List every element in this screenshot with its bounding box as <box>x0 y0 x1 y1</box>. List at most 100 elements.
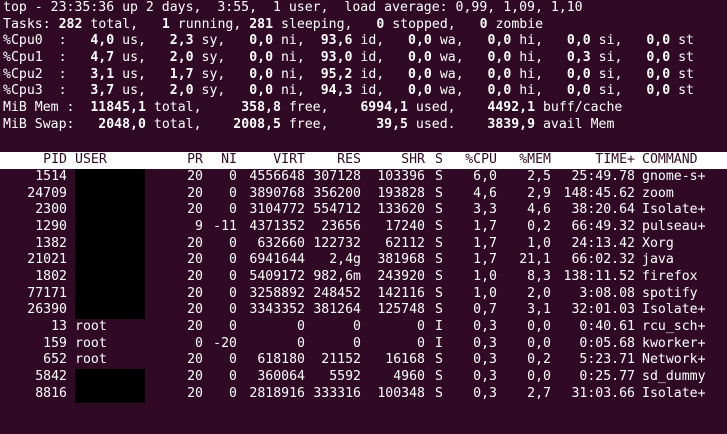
swap-avail-label: avail Mem <box>542 116 615 132</box>
cell-ni: 0 <box>229 285 237 301</box>
cell-command: pulseau+ <box>642 218 706 234</box>
redacted-user-block <box>75 385 145 403</box>
cell-s: S <box>435 218 443 234</box>
swap-line: MiB Swap: 2048,0 total, 2008,5 free, 39,… <box>3 116 615 132</box>
cpu-line: %Cpu3 : 3,7 us, 2,0 sy, 0,0 ni, 94,3 id,… <box>3 83 694 99</box>
cpu-hi-value: 0,0 <box>487 83 512 99</box>
cell-s: S <box>435 352 443 368</box>
table-row[interactable]: 24709 20 0 3890768 356200 193828 S 4,6 2,9 148:45… <box>0 185 727 203</box>
cell-pr: 0 <box>195 335 203 351</box>
cell-pid: 26390 <box>27 302 67 318</box>
cell-cpu: 4,6 <box>473 185 497 201</box>
mem-used: 6994,1 <box>360 100 408 116</box>
cell-mem: 2,0 <box>527 285 551 301</box>
cell-pr: 20 <box>187 285 203 301</box>
process-table-header: PID USER PR NI VIRT RES SHR S %CPU %MEM TIME+ COMMA… <box>0 152 727 169</box>
cell-command: Network+ <box>642 352 706 368</box>
cell-s: S <box>435 202 443 218</box>
swap-avail: 3839,9 <box>487 116 536 132</box>
cell-command: Isolate+ <box>642 385 706 401</box>
cell-pid: 24709 <box>27 185 67 201</box>
redacted-user-block <box>75 218 145 236</box>
cell-s: I <box>435 335 443 351</box>
cell-ni: 0 <box>229 235 237 251</box>
cpu-us-value: 4,0 <box>90 33 115 49</box>
cell-command: gnome-s+ <box>642 168 706 184</box>
cell-shr: 193828 <box>377 185 425 201</box>
cell-command: firefox <box>642 269 698 284</box>
cell-res: 554712 <box>313 202 361 218</box>
cell-res: 23656 <box>321 218 361 234</box>
table-row[interactable]: 77171 20 0 3258892 248452 142116 S 1,0 2,0 3:08.0… <box>0 285 727 303</box>
cell-ni: 0 <box>229 352 237 368</box>
cpu-label: %Cpu3 : <box>3 83 67 99</box>
cell-time: 0:05.68 <box>579 335 635 351</box>
cell-pid: 5842 <box>35 369 67 385</box>
tasks-label: Tasks: <box>3 16 51 32</box>
cell-virt: 3104772 <box>249 202 305 218</box>
table-row[interactable]: 21021 20 0 6941644 2,4g 381968 S 1,7 21,1 66:02.3… <box>0 252 727 269</box>
cell-command: zoom <box>642 185 674 201</box>
cell-pid: 13 <box>51 319 67 335</box>
cell-s: S <box>435 369 443 385</box>
cell-time: 38:20.64 <box>571 202 635 218</box>
cell-ni: 0 <box>229 168 237 184</box>
table-row[interactable]: 2300 20 0 3104772 554712 133620 S 3,3 4,6 38:20.6… <box>0 202 727 219</box>
uptime-line: top - 23:35:36 up 2 days, 3:55, 1 user, … <box>3 0 583 15</box>
redacted-user-block <box>75 235 145 253</box>
cell-user <box>67 285 161 303</box>
cell-res: 0 <box>353 319 361 335</box>
table-row[interactable]: 1290 9 -11 4371352 23656 17240 S 1,7 0,2 66:49.32… <box>0 218 727 236</box>
cell-shr: 62112 <box>385 235 425 251</box>
table-row[interactable]: 1382 20 0 632660 122732 62112 S 1,7 1,0 24:13.42 X… <box>0 235 727 253</box>
cell-virt: 3890768 <box>249 185 305 201</box>
cell-mem: 0,0 <box>527 319 551 335</box>
cell-mem: 0,2 <box>527 218 551 234</box>
cell-user: root <box>75 352 107 368</box>
cell-user <box>67 202 161 219</box>
tasks-line: Tasks: 282 total, 1 running, 281 sleepin… <box>0 17 727 34</box>
table-row[interactable]: 1802 20 0 5409172 982,6m 243920 S 1,0 8,3 138:11.… <box>0 269 727 286</box>
table-row[interactable]: 1514 20 0 4556648 307128 103396 S 6,0 2,5 25:49.7… <box>0 168 727 186</box>
cpu-hi-value: 0,0 <box>487 66 512 82</box>
cell-mem: 8,3 <box>527 269 551 284</box>
table-row[interactable]: 8816 20 0 2818916 333316 100348 S 0,3 2,7 31:03.6… <box>0 385 727 403</box>
cell-user: root <box>75 319 107 335</box>
cell-s: S <box>435 168 443 184</box>
cell-ni: 0 <box>229 269 237 284</box>
cell-ni: -11 <box>213 218 237 234</box>
cell-pr: 20 <box>187 252 203 268</box>
cell-mem: 4,6 <box>527 202 551 218</box>
cell-shr: 0 <box>417 319 425 335</box>
table-row[interactable]: 26390 20 0 3343352 381264 125748 S 0,7 3,1 32:01.… <box>0 302 727 320</box>
cell-user <box>67 218 161 236</box>
table-row[interactable]: 5842 20 0 360064 5592 4960 S 0,3 0,0 0:25.77 sd_du… <box>0 369 727 386</box>
cpu-stats: %Cpu0 : 4,0 us, 2,3 sy, 0,0 ni, 93,6 id,… <box>0 33 727 100</box>
cell-ni: 0 <box>229 319 237 335</box>
cell-cpu: 6,0 <box>473 168 497 184</box>
cell-cpu: 0,7 <box>473 302 497 318</box>
cell-mem: 0,2 <box>527 352 551 368</box>
cell-pid: 1382 <box>35 235 67 251</box>
table-row[interactable]: 13 root 20 0 0 0 0 I 0,3 0,0 0:40.61 rcu_sch+ <box>0 319 727 336</box>
cpu-ni-value: 0,0 <box>249 50 274 66</box>
cell-pid: 2300 <box>35 202 67 218</box>
cell-pid: 8816 <box>35 385 67 401</box>
cell-mem: 2,9 <box>527 185 551 201</box>
redacted-user-block <box>75 269 145 286</box>
cell-shr: 16168 <box>385 352 425 368</box>
cell-virt: 3258892 <box>249 285 305 301</box>
cpu-us-value: 3,7 <box>90 83 115 99</box>
cpu-st-value: 0,0 <box>646 50 671 66</box>
header-s: S <box>435 152 443 168</box>
cell-pid: 1802 <box>35 269 67 284</box>
mem-free: 358,8 <box>241 100 281 116</box>
terminal-window[interactable]: top - 23:35:36 up 2 days, 3:55, 1 user, … <box>0 0 727 434</box>
table-row[interactable]: 652 root 20 0 618180 21152 16168 S 0,3 0,2 5:23.71… <box>0 352 727 369</box>
cell-pid: 1290 <box>35 218 67 234</box>
cell-user <box>67 302 161 320</box>
cell-res: 0 <box>353 335 361 351</box>
cell-user <box>67 235 161 253</box>
table-row[interactable]: 159 root 0 -20 0 0 0 I 0,3 0,0 0:05.68 kworker+ <box>0 336 727 353</box>
cell-mem: 2,5 <box>527 168 551 184</box>
